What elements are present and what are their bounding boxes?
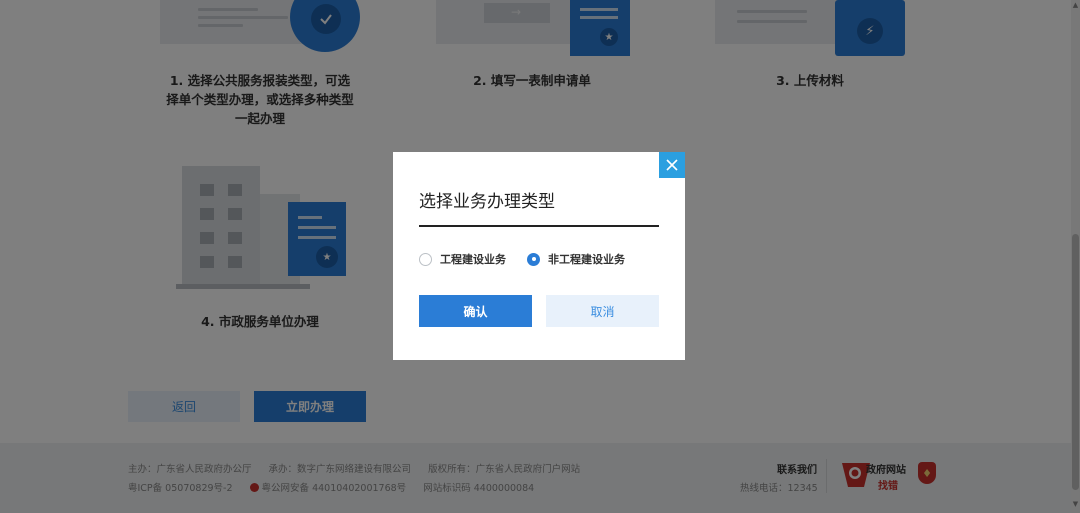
confirm-button[interactable]: 确认 <box>419 295 532 327</box>
close-button[interactable] <box>659 152 685 178</box>
title-divider <box>419 225 659 227</box>
business-type-dialog: 选择业务办理类型 工程建设业务 非工程建设业务 确认 取消 <box>393 152 685 360</box>
radio-option-construction[interactable]: 工程建设业务 <box>419 251 506 267</box>
radio-option-non-construction[interactable]: 非工程建设业务 <box>527 251 625 267</box>
radio-button-selected[interactable] <box>527 252 540 266</box>
radio-button[interactable] <box>419 252 432 266</box>
radio-label: 非工程建设业务 <box>548 253 625 266</box>
radio-label: 工程建设业务 <box>440 253 506 266</box>
dialog-title: 选择业务办理类型 <box>419 192 555 212</box>
cancel-button[interactable]: 取消 <box>546 295 659 327</box>
close-icon <box>666 159 678 171</box>
